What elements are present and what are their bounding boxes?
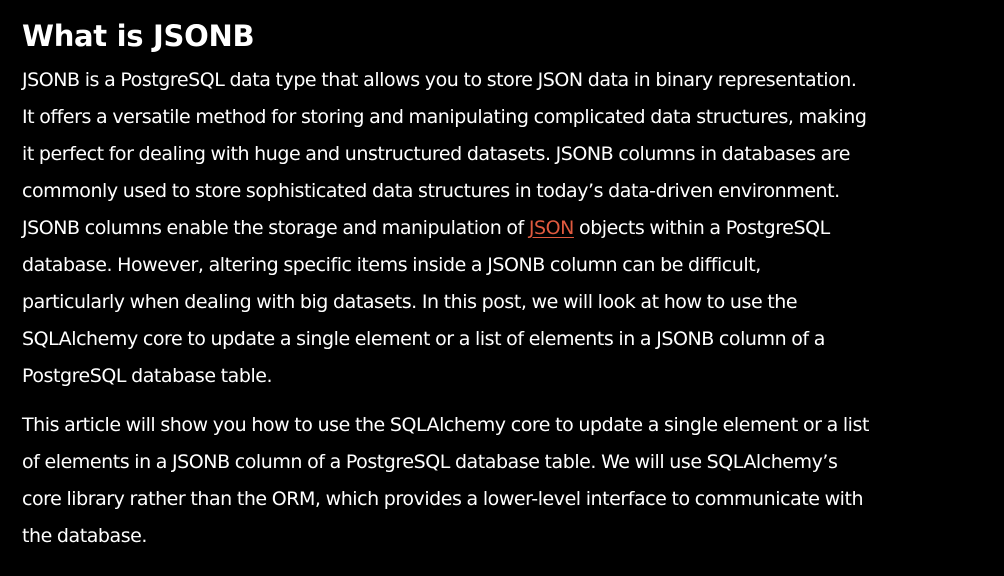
paragraph-line-with-link: JSONB columns enable the storage and man… (22, 210, 974, 247)
paragraph-line: the database. (22, 525, 147, 547)
paragraph-overview: This article will show you how to use th… (22, 407, 974, 555)
paragraph-line: it perfect for dealing with huge and uns… (22, 143, 851, 165)
paragraph-line: PostgreSQL database table. (22, 365, 273, 387)
article-body: What is JSONB JSONB is a PostgreSQL data… (0, 0, 1004, 576)
paragraph-line: It offers a versatile method for storing… (22, 106, 867, 128)
paragraph-line: SQLAlchemy core to update a single eleme… (22, 328, 825, 350)
article-heading: What is JSONB (22, 19, 255, 53)
text-before-link: JSONB columns enable the storage and man… (22, 217, 529, 239)
text-after-link: objects within a PostgreSQL (573, 217, 830, 239)
paragraph-line: database. However, altering specific ite… (22, 254, 761, 276)
paragraph-line: This article will show you how to use th… (22, 414, 869, 436)
paragraph-line: commonly used to store sophisticated dat… (22, 180, 840, 202)
json-link[interactable]: JSON (529, 217, 574, 239)
paragraph-line: JSONB is a PostgreSQL data type that all… (22, 69, 857, 91)
paragraph-line: core library rather than the ORM, which … (22, 488, 864, 510)
paragraph-line: of elements in a JSONB column of a Postg… (22, 451, 838, 473)
paragraph-line: particularly when dealing with big datas… (22, 291, 798, 313)
paragraph-intro: JSONB is a PostgreSQL data type that all… (22, 62, 974, 395)
